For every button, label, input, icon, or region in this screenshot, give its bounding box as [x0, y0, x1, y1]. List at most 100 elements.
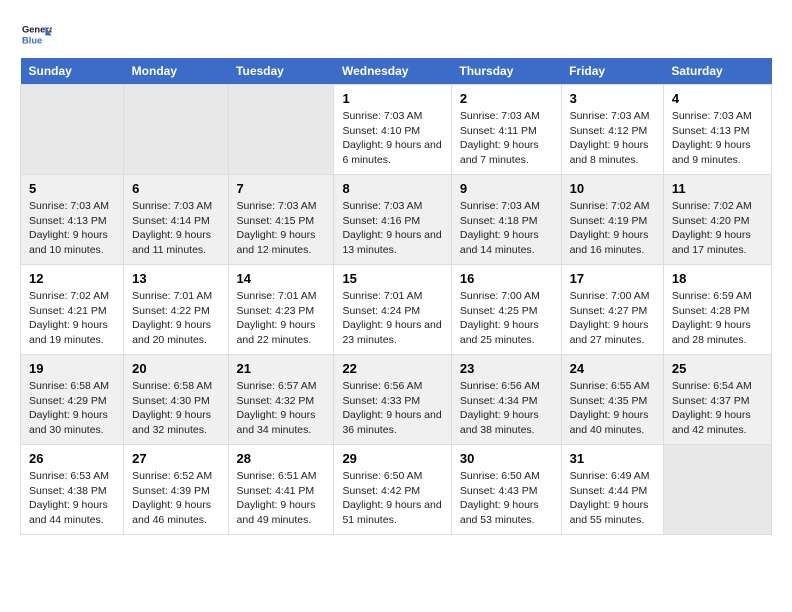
- calendar-week-row: 12 Sunrise: 7:02 AM Sunset: 4:21 PM Dayli…: [21, 265, 772, 355]
- calendar-week-row: 1 Sunrise: 7:03 AM Sunset: 4:10 PM Daylig…: [21, 85, 772, 175]
- calendar-cell: 10 Sunrise: 7:02 AM Sunset: 4:19 PM Dayli…: [561, 175, 663, 265]
- day-number: 28: [237, 451, 326, 466]
- day-number: 4: [672, 91, 763, 106]
- logo-icon: General Blue: [20, 20, 52, 48]
- calendar-cell: 3 Sunrise: 7:03 AM Sunset: 4:12 PM Daylig…: [561, 85, 663, 175]
- calendar-cell: 7 Sunrise: 7:03 AM Sunset: 4:15 PM Daylig…: [228, 175, 334, 265]
- cell-text: Sunrise: 7:02 AM Sunset: 4:19 PM Dayligh…: [570, 199, 655, 258]
- calendar-cell: 4 Sunrise: 7:03 AM Sunset: 4:13 PM Daylig…: [663, 85, 771, 175]
- day-number: 26: [29, 451, 115, 466]
- day-number: 21: [237, 361, 326, 376]
- cell-text: Sunrise: 7:03 AM Sunset: 4:18 PM Dayligh…: [460, 199, 553, 258]
- calendar-cell: 16 Sunrise: 7:00 AM Sunset: 4:25 PM Dayli…: [451, 265, 561, 355]
- calendar-week-row: 26 Sunrise: 6:53 AM Sunset: 4:38 PM Dayli…: [21, 445, 772, 535]
- day-number: 19: [29, 361, 115, 376]
- calendar-cell: 20 Sunrise: 6:58 AM Sunset: 4:30 PM Dayli…: [124, 355, 228, 445]
- cell-text: Sunrise: 7:03 AM Sunset: 4:10 PM Dayligh…: [342, 109, 442, 168]
- cell-text: Sunrise: 6:54 AM Sunset: 4:37 PM Dayligh…: [672, 379, 763, 438]
- cell-text: Sunrise: 6:52 AM Sunset: 4:39 PM Dayligh…: [132, 469, 219, 528]
- calendar-cell: [663, 445, 771, 535]
- weekday-header: Friday: [561, 58, 663, 85]
- day-number: 29: [342, 451, 442, 466]
- cell-text: Sunrise: 6:50 AM Sunset: 4:43 PM Dayligh…: [460, 469, 553, 528]
- day-number: 11: [672, 181, 763, 196]
- weekday-header: Sunday: [21, 58, 124, 85]
- calendar-cell: 1 Sunrise: 7:03 AM Sunset: 4:10 PM Daylig…: [334, 85, 451, 175]
- calendar-cell: 27 Sunrise: 6:52 AM Sunset: 4:39 PM Dayli…: [124, 445, 228, 535]
- day-number: 9: [460, 181, 553, 196]
- cell-text: Sunrise: 7:03 AM Sunset: 4:13 PM Dayligh…: [29, 199, 115, 258]
- cell-text: Sunrise: 6:59 AM Sunset: 4:28 PM Dayligh…: [672, 289, 763, 348]
- weekday-header: Monday: [124, 58, 228, 85]
- cell-text: Sunrise: 6:56 AM Sunset: 4:33 PM Dayligh…: [342, 379, 442, 438]
- cell-text: Sunrise: 7:01 AM Sunset: 4:23 PM Dayligh…: [237, 289, 326, 348]
- cell-text: Sunrise: 6:56 AM Sunset: 4:34 PM Dayligh…: [460, 379, 553, 438]
- cell-text: Sunrise: 7:03 AM Sunset: 4:11 PM Dayligh…: [460, 109, 553, 168]
- calendar-cell: 14 Sunrise: 7:01 AM Sunset: 4:23 PM Dayli…: [228, 265, 334, 355]
- day-number: 13: [132, 271, 219, 286]
- cell-text: Sunrise: 7:03 AM Sunset: 4:12 PM Dayligh…: [570, 109, 655, 168]
- calendar-cell: 26 Sunrise: 6:53 AM Sunset: 4:38 PM Dayli…: [21, 445, 124, 535]
- day-number: 1: [342, 91, 442, 106]
- weekday-header: Wednesday: [334, 58, 451, 85]
- cell-text: Sunrise: 7:03 AM Sunset: 4:13 PM Dayligh…: [672, 109, 763, 168]
- calendar-cell: 28 Sunrise: 6:51 AM Sunset: 4:41 PM Dayli…: [228, 445, 334, 535]
- day-number: 18: [672, 271, 763, 286]
- cell-text: Sunrise: 7:03 AM Sunset: 4:15 PM Dayligh…: [237, 199, 326, 258]
- weekday-header: Saturday: [663, 58, 771, 85]
- calendar-cell: 8 Sunrise: 7:03 AM Sunset: 4:16 PM Daylig…: [334, 175, 451, 265]
- calendar-cell: 5 Sunrise: 7:03 AM Sunset: 4:13 PM Daylig…: [21, 175, 124, 265]
- calendar-cell: [21, 85, 124, 175]
- calendar-cell: 19 Sunrise: 6:58 AM Sunset: 4:29 PM Dayli…: [21, 355, 124, 445]
- day-number: 17: [570, 271, 655, 286]
- day-number: 3: [570, 91, 655, 106]
- calendar-cell: 22 Sunrise: 6:56 AM Sunset: 4:33 PM Dayli…: [334, 355, 451, 445]
- calendar-table: SundayMondayTuesdayWednesdayThursdayFrid…: [20, 58, 772, 535]
- day-number: 10: [570, 181, 655, 196]
- cell-text: Sunrise: 7:02 AM Sunset: 4:21 PM Dayligh…: [29, 289, 115, 348]
- calendar-cell: 29 Sunrise: 6:50 AM Sunset: 4:42 PM Dayli…: [334, 445, 451, 535]
- day-number: 23: [460, 361, 553, 376]
- cell-text: Sunrise: 7:00 AM Sunset: 4:25 PM Dayligh…: [460, 289, 553, 348]
- calendar-cell: 15 Sunrise: 7:01 AM Sunset: 4:24 PM Dayli…: [334, 265, 451, 355]
- day-number: 15: [342, 271, 442, 286]
- cell-text: Sunrise: 6:58 AM Sunset: 4:29 PM Dayligh…: [29, 379, 115, 438]
- cell-text: Sunrise: 7:00 AM Sunset: 4:27 PM Dayligh…: [570, 289, 655, 348]
- day-number: 24: [570, 361, 655, 376]
- day-number: 25: [672, 361, 763, 376]
- cell-text: Sunrise: 6:49 AM Sunset: 4:44 PM Dayligh…: [570, 469, 655, 528]
- day-number: 5: [29, 181, 115, 196]
- calendar-cell: 24Sunrise: 6:55 AM Sunset: 4:35 PM Dayli…: [561, 355, 663, 445]
- calendar-cell: 11Sunrise: 7:02 AM Sunset: 4:20 PM Dayli…: [663, 175, 771, 265]
- calendar-cell: 31 Sunrise: 6:49 AM Sunset: 4:44 PM Dayli…: [561, 445, 663, 535]
- day-number: 31: [570, 451, 655, 466]
- day-number: 27: [132, 451, 219, 466]
- svg-text:Blue: Blue: [22, 35, 42, 45]
- cell-text: Sunrise: 7:01 AM Sunset: 4:24 PM Dayligh…: [342, 289, 442, 348]
- calendar-cell: 6 Sunrise: 7:03 AM Sunset: 4:14 PM Daylig…: [124, 175, 228, 265]
- day-number: 14: [237, 271, 326, 286]
- calendar-cell: 21Sunrise: 6:57 AM Sunset: 4:32 PM Dayli…: [228, 355, 334, 445]
- calendar-header: SundayMondayTuesdayWednesdayThursdayFrid…: [21, 58, 772, 85]
- calendar-cell: [124, 85, 228, 175]
- calendar-cell: 2 Sunrise: 7:03 AM Sunset: 4:11 PM Daylig…: [451, 85, 561, 175]
- cell-text: Sunrise: 7:03 AM Sunset: 4:14 PM Dayligh…: [132, 199, 219, 258]
- page-header: General Blue: [20, 20, 772, 48]
- day-number: 22: [342, 361, 442, 376]
- day-number: 16: [460, 271, 553, 286]
- cell-text: Sunrise: 6:58 AM Sunset: 4:30 PM Dayligh…: [132, 379, 219, 438]
- calendar-cell: 9 Sunrise: 7:03 AM Sunset: 4:18 PM Daylig…: [451, 175, 561, 265]
- day-number: 6: [132, 181, 219, 196]
- cell-text: Sunrise: 7:03 AM Sunset: 4:16 PM Dayligh…: [342, 199, 442, 258]
- day-number: 7: [237, 181, 326, 196]
- day-number: 2: [460, 91, 553, 106]
- day-number: 20: [132, 361, 219, 376]
- cell-text: Sunrise: 6:51 AM Sunset: 4:41 PM Dayligh…: [237, 469, 326, 528]
- weekday-header: Thursday: [451, 58, 561, 85]
- day-number: 8: [342, 181, 442, 196]
- logo: General Blue: [20, 20, 52, 48]
- cell-text: Sunrise: 6:53 AM Sunset: 4:38 PM Dayligh…: [29, 469, 115, 528]
- cell-text: Sunrise: 6:50 AM Sunset: 4:42 PM Dayligh…: [342, 469, 442, 528]
- day-number: 12: [29, 271, 115, 286]
- calendar-cell: 25 Sunrise: 6:54 AM Sunset: 4:37 PM Dayli…: [663, 355, 771, 445]
